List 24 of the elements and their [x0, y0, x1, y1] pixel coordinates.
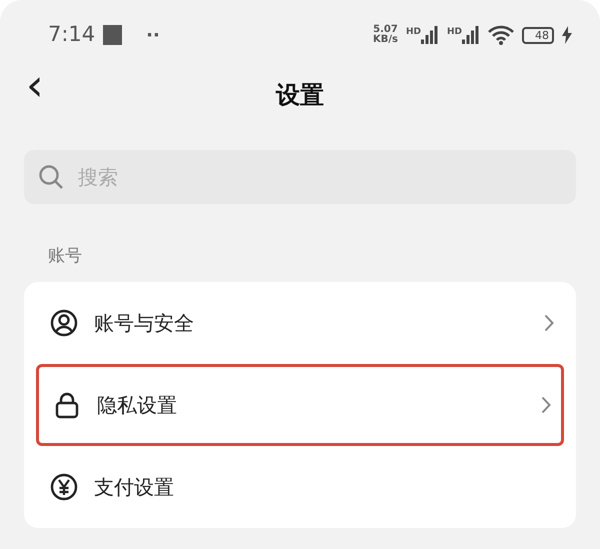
net-speed: 5.07: [372, 25, 398, 35]
back-button[interactable]: ‹: [26, 64, 44, 108]
status-time: 7:14: [48, 21, 96, 48]
user-icon: [50, 308, 78, 336]
settings-row[interactable]: 隐私设置: [36, 364, 564, 446]
network-type: HD: [406, 26, 421, 39]
yen-icon: [50, 472, 78, 500]
signal-icon: [420, 26, 439, 44]
battery-icon: 48: [522, 26, 554, 44]
row-label: 隐私设置: [97, 392, 177, 418]
lock-icon: [53, 390, 81, 418]
signal-icon: [462, 26, 480, 44]
status-square: [103, 25, 122, 45]
page-title: 设置: [276, 80, 324, 111]
settings-row[interactable]: 支付设置: [36, 446, 564, 528]
search-field[interactable]: 搜索: [24, 150, 576, 204]
network-type: HD: [446, 26, 462, 39]
section-title: 账号: [48, 245, 83, 268]
row-label: 账号与安全: [94, 310, 194, 336]
wifi-icon: [488, 25, 514, 45]
row-label: 支付设置: [94, 474, 174, 500]
net-unit: KB/s: [372, 35, 398, 45]
notification-dots: ··: [146, 24, 160, 48]
settings-row[interactable]: 账号与安全: [36, 282, 564, 364]
